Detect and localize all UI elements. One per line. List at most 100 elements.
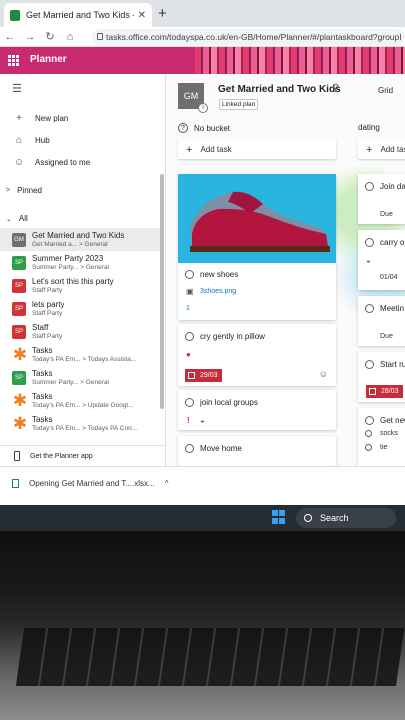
all-section[interactable]: ⌄ All [6,214,28,223]
task-card[interactable]: Get new socks tie [358,408,405,466]
pin-icon[interactable]: ⚲ [332,83,339,94]
plan-sub: Today's PA Em... > Todays PA Con... [32,424,138,432]
plan-sub: Staff Party [32,332,63,340]
task-card[interactable]: Move home [178,436,336,466]
new-tab-icon[interactable]: + [158,5,167,22]
task-card[interactable]: cry gently in pillow ● 29/03 ☺ [178,324,336,386]
complete-task-checkbox[interactable] [185,270,194,279]
chevron-up-icon[interactable]: ^ [165,479,169,488]
sidebar: ☰ + New plan ⌂ Hub ☺ Assigned to me > Pinned… [0,74,166,466]
plan-item[interactable]: ✱ Tasks Today's PA Em... > Update Googl... [0,389,160,412]
keyboard-photo [15,628,405,686]
linked-plan-badge[interactable]: Linked plan [219,99,259,110]
info-icon[interactable]: i [198,103,208,113]
complete-task-checkbox[interactable] [365,238,374,247]
plan-item[interactable]: ✱ Tasks Today's PA Em... > Todays Assista.… [0,343,160,366]
url-field[interactable]: tasks.office.com/todayspa.co.uk/en-GB/Ho… [92,29,405,45]
reload-icon[interactable]: ↻ [40,30,60,43]
get-app-label: Get the Planner app [30,452,93,460]
pinned-section[interactable]: > Pinned [6,186,42,195]
progress-icon: ◒ [200,416,205,425]
plan-item[interactable]: SP Staff Staff Party [0,320,160,343]
plan-sub: Summer Party... > General [32,378,110,386]
collapse-menu-icon[interactable]: ☰ [12,82,22,95]
windows-start-icon[interactable] [272,510,286,524]
plan-name: Get Married and Two Kids [32,230,125,240]
plan-item[interactable]: GM Get Married and Two Kids Get Married a.… [0,228,160,251]
task-title: Move home [200,444,242,453]
hub-label: Hub [35,135,50,145]
task-card[interactable]: Meetin Due [358,296,405,346]
bucket-name: No bucket [194,123,231,133]
plan-avatar: GM [12,232,26,247]
checklist-checkbox[interactable] [365,444,372,451]
task-card[interactable]: carry or ◒ 01/04 [358,230,405,290]
download-item[interactable]: Opening Get Married and T....xlsx... ^ [12,479,168,488]
taskbar-search[interactable]: Search [296,508,396,528]
plan-item[interactable]: SP Tasks Summer Party... > General [0,366,160,389]
task-card[interactable]: join local groups ! ◒ [178,390,336,430]
complete-task-checkbox[interactable] [365,182,374,191]
home-icon[interactable]: ⌂ [60,31,80,43]
forward-icon[interactable]: → [20,31,40,43]
plan-name: Tasks [32,368,53,378]
task-card[interactable]: new shoes ▣ 3shoes.png 1 [178,174,336,320]
complete-task-checkbox[interactable] [185,332,194,341]
app-launcher-icon[interactable] [8,55,19,66]
task-title: Meetin [380,304,405,313]
complete-task-checkbox[interactable] [365,360,374,369]
back-icon[interactable]: ← [0,31,20,43]
plus-icon: + [186,143,193,156]
task-card[interactable]: Join da Due [358,174,405,224]
chevron-right-icon: > [6,187,11,194]
plan-item[interactable]: SP Let's sort this this party Staff Party [0,274,160,297]
windows-taskbar: Search [0,505,405,531]
complete-task-checkbox[interactable] [365,304,374,313]
hub-link[interactable]: ⌂ Hub [0,130,160,150]
close-tab-icon[interactable]: ✕ [138,10,146,21]
assigned-to-me-link[interactable]: ☺ Assigned to me [0,152,160,172]
new-plan-label: New plan [35,113,69,123]
plan-avatar: SP [12,324,26,339]
add-task-button[interactable]: + Add task [358,140,405,159]
plan-item[interactable]: ✱ Tasks Today's PA Em... > Todays PA Con..… [0,412,160,435]
task-title: new shoes [200,270,239,279]
header-banner-image [195,47,405,74]
tasks-star-icon: ✱ [12,413,28,433]
new-plan-button[interactable]: + New plan [0,108,160,128]
plan-item[interactable]: SP lets party Staff Party [0,297,160,320]
assign-user-icon[interactable]: ☺ [319,369,328,379]
assigned-label: Assigned to me [35,157,91,167]
board-area: GM i Get Married and Two Kids ⚲ Linked p… [166,74,405,466]
grid-view-tab[interactable]: Grid [378,86,393,95]
plan-sub: Summer Party... > General [32,263,110,271]
plan-avatar: SP [12,278,26,293]
checklist-checkbox[interactable] [365,430,372,437]
plan-item[interactable]: SP Summer Party 2023 Summer Party... > Gen… [0,251,160,274]
task-title: Join da [380,182,405,191]
complete-task-checkbox[interactable] [185,398,194,407]
progress-icon: ◒ [366,256,371,265]
attachment-count: 1 [186,305,190,312]
plan-title: Get Married and Two Kids [218,84,341,95]
complete-task-checkbox[interactable] [185,444,194,453]
get-planner-app-link[interactable]: Get the Planner app [0,445,166,466]
task-card[interactable]: Start ru 28/03 [358,352,405,402]
excel-file-icon [12,479,19,488]
plan-avatar: SP [12,301,26,316]
tasks-star-icon: ✱ [12,344,28,364]
urgent-icon: ! [187,416,190,425]
attachment-name[interactable]: 3shoes.png [200,288,236,295]
sidebar-scrollbar[interactable] [160,174,164,409]
browser-tab[interactable]: Get Married and Two Kids - Planner ✕ [4,3,152,27]
complete-task-checkbox[interactable] [365,416,374,425]
plan-name: Staff [32,322,49,332]
due-label: Due [380,211,393,218]
laptop-body-photo [0,531,405,720]
download-text: Opening Get Married and T....xlsx... [29,479,155,488]
due-date: 01/04 [380,274,398,281]
checklist-item: socks [380,430,398,437]
add-task-button[interactable]: + Add task [178,140,336,159]
downloads-bar: Opening Get Married and T....xlsx... ^ [0,466,405,505]
plan-name: Tasks [32,345,53,355]
